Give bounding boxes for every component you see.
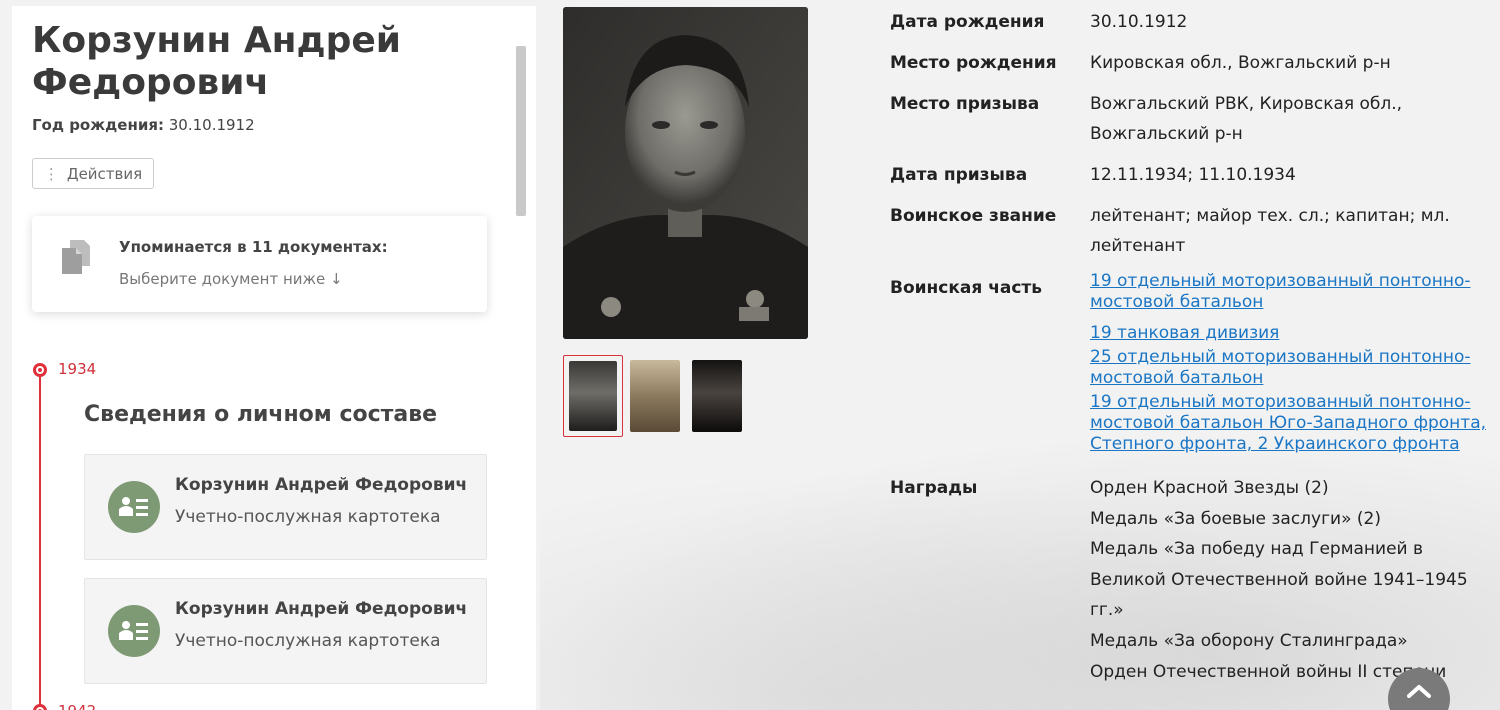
birth-year-line: Год рождения: 30.10.1912 [32,116,255,134]
awards-list: Орден Красной Звезды (2) Медаль «За боев… [1090,473,1480,687]
section-title: Сведения о личном составе [84,402,438,427]
record-type: Учетно-послужная картотека [175,631,441,651]
sidebar-scrollbar[interactable] [516,46,526,216]
record-name: Корзунин Андрей Федорович [175,475,468,495]
award-item: Медаль «За оборону Сталинграда» [1090,630,1408,651]
draft-date-label: Дата призыва [890,165,1028,185]
actions-button[interactable]: ⋮ Действия [32,158,154,189]
record-type: Учетно-послужная картотека [175,507,441,527]
main-portrait-photo[interactable] [563,7,808,339]
birth-place-value: Кировская обл., Вожгальский р-н [1090,53,1391,73]
person-name: Корзунин Андрей Федорович [32,20,402,103]
personnel-card-icon [108,481,160,533]
timeline-year: 1942 [58,702,96,710]
actions-label: Действия [66,164,143,183]
awards-label: Награды [890,478,978,498]
award-item: Орден Красной Звезды (2) [1090,478,1329,498]
birth-year-value: 30.10.1912 [168,116,255,134]
unit-label: Воинская часть [890,278,1043,298]
birth-date-label: Дата рождения [890,12,1045,32]
birth-year-label: Год рождения: [32,116,164,134]
draft-place-label: Место призыва [890,94,1040,114]
timeline-line [39,370,41,710]
timeline-marker [33,704,47,710]
documents-count-title: Упоминается в 11 документах: [119,238,388,256]
rank-label: Воинское звание [890,206,1057,226]
person-sidebar: Корзунин Андрей Федорович Год рождения: … [12,6,536,710]
chevron-up-icon [1407,685,1431,698]
unit-link[interactable]: 25 отдельный моторизованный понтонно-мос… [1090,347,1490,389]
timeline-marker [33,363,47,377]
award-item: Медаль «За победу над Германией в Велико… [1090,539,1468,621]
unit-links: 19 отдельный моторизованный понтонно-мос… [1090,271,1490,465]
documents-icon [62,240,90,274]
draft-date-value: 12.11.1934; 11.10.1934 [1090,165,1296,185]
record-card[interactable]: Корзунин Андрей Федорович Учетно-послужн… [84,578,487,684]
unit-link[interactable]: 19 отдельный моторизованный понтонно-мос… [1090,392,1490,455]
vertical-dots-icon: ⋮ [43,164,59,183]
photo-thumbnail[interactable] [625,355,685,437]
rank-value: лейтенант; майор тех. сл.; капитан; мл. … [1090,206,1450,256]
photo-thumbnail[interactable] [563,355,623,437]
birth-place-label: Место рождения [890,53,1057,73]
documents-hint: Выберите документ ниже ↓ [119,270,343,288]
timeline-year: 1934 [58,360,97,378]
unit-link[interactable]: 19 танковая дивизия [1090,323,1490,344]
unit-link[interactable]: 19 отдельный моторизованный понтонно-мос… [1090,271,1490,313]
documents-card: Упоминается в 11 документах: Выберите до… [32,216,487,312]
photo-thumbnail[interactable] [687,355,747,437]
record-card[interactable]: Корзунин Андрей Федорович Учетно-послужн… [84,454,487,560]
personnel-card-icon [108,605,160,657]
draft-place-value: Вожгальский РВК, Кировская обл., Вожгаль… [1090,94,1403,144]
record-name: Корзунин Андрей Федорович [175,599,468,619]
award-item: Медаль «За боевые заслуги» (2) [1090,508,1381,529]
birth-date-value: 30.10.1912 [1090,12,1188,32]
